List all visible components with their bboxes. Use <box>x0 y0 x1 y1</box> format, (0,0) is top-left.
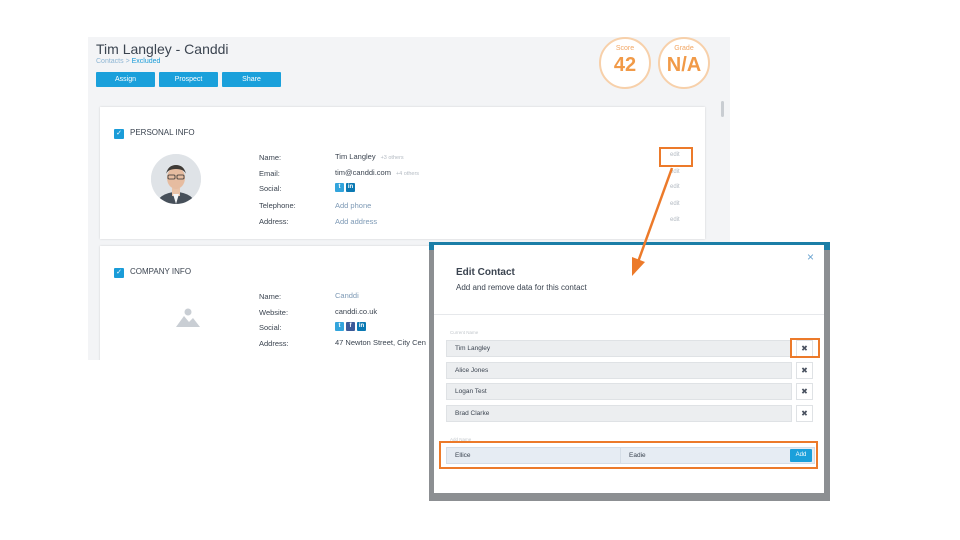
stage: Tim Langley - Canddi Contacts > Excluded… <box>0 0 960 540</box>
annotation-arrow-icon <box>632 167 674 276</box>
